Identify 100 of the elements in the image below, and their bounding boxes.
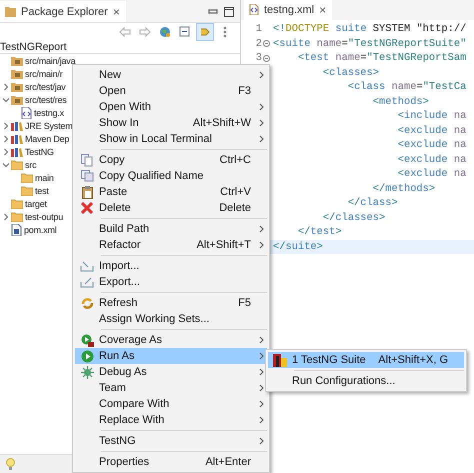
menu-item[interactable]: New	[75, 67, 267, 83]
library-icon	[11, 120, 23, 130]
menu-item[interactable]: Show In Alt+Shift+W	[75, 115, 267, 131]
code-line: <exclude na	[396, 168, 466, 180]
menu-item[interactable]: 1 TestNG Suite Alt+Shift+X, G	[268, 352, 464, 368]
close-icon[interactable]: ×	[319, 2, 326, 16]
code-line: <test name="TestNGReportSam	[296, 52, 466, 64]
import-icon	[80, 260, 94, 272]
folder-icon	[21, 172, 33, 182]
folder-icon	[11, 212, 23, 222]
code-line: </suite>	[272, 240, 323, 253]
code-line: <suite name="TestNGReportSuite"	[272, 38, 466, 50]
menu-item[interactable]: Properties Alt+Enter	[75, 454, 267, 470]
tree-item[interactable]: test	[35, 186, 49, 196]
tree-item[interactable]: JRE System	[25, 120, 73, 130]
tree-item[interactable]: src/main/r	[25, 68, 63, 78]
coverage-icon	[80, 334, 94, 346]
globe-icon	[159, 26, 171, 38]
menu-item[interactable]: Build Path	[75, 221, 267, 237]
toolbar-button[interactable]	[196, 23, 214, 41]
refresh-icon	[80, 296, 94, 310]
link-icon	[198, 26, 212, 38]
line-number: 1	[256, 23, 262, 36]
project-name: TestNGReport	[0, 41, 240, 54]
code-line: </classes>	[322, 212, 386, 224]
tree-item[interactable]: Maven Dep	[25, 134, 70, 144]
collapse-all-icon	[179, 26, 191, 38]
tree-item[interactable]: pom.xml	[24, 224, 57, 234]
tree-item[interactable]: src/test/res	[25, 94, 67, 104]
menu-item[interactable]: Open With	[75, 99, 267, 115]
maven-file-icon	[11, 224, 22, 236]
menu-item[interactable]: Compare With	[75, 396, 267, 412]
code-line: <!DOCTYPE suite SYSTEM "http://	[272, 23, 466, 36]
menu-item[interactable]: Refactor Alt+Shift+T	[75, 237, 267, 253]
menu-item[interactable]: Run Configurations...	[268, 373, 464, 389]
code-line: <classes>	[322, 66, 380, 79]
fold-icon	[263, 54, 270, 62]
library-icon	[11, 146, 23, 156]
editor-tab[interactable]: testng.xml ×	[244, 0, 332, 20]
package-folder-icon	[11, 82, 23, 92]
tree-item[interactable]: TestNG	[25, 146, 54, 156]
package-folder-icon	[11, 68, 23, 78]
tree-item[interactable]: test-outpu	[25, 212, 64, 222]
menu-item[interactable]: Copy Qualified Name	[75, 168, 267, 184]
code-line: </test>	[296, 226, 342, 238]
bug-icon	[80, 366, 94, 378]
menu-item[interactable]: Copy Ctrl+C	[75, 152, 267, 168]
lightbulb-icon	[6, 458, 15, 470]
menu-item[interactable]: Paste Ctrl+V	[75, 184, 267, 200]
chevron-down-icon	[2, 160, 10, 168]
line-number: 3	[256, 52, 262, 64]
menu-item[interactable]: Run As	[75, 348, 267, 364]
menu-item[interactable]: Team	[75, 380, 267, 396]
chevron-right-icon	[2, 212, 10, 220]
copy-icon	[81, 154, 93, 166]
chevron-down-icon	[2, 96, 10, 104]
tree-item[interactable]: src	[25, 160, 36, 170]
menu-item[interactable]: Refresh F5	[75, 295, 267, 311]
xml-file-icon	[249, 4, 259, 15]
xml-file-icon	[21, 106, 32, 118]
copy-icon	[80, 170, 94, 182]
more-icon	[223, 26, 227, 38]
tree-item[interactable]: src/main/java	[25, 56, 76, 66]
tree-item[interactable]: testng.x	[34, 108, 64, 118]
chevron-right-icon	[2, 82, 10, 90]
menu-item[interactable]: Debug As	[75, 364, 267, 380]
clipboard-icon	[82, 186, 92, 198]
maximize-icon[interactable]	[224, 7, 234, 17]
code-line: <exclude na	[396, 124, 466, 137]
back-arrow-icon	[119, 27, 131, 37]
menu-item[interactable]: Replace With	[75, 412, 267, 428]
tree-item[interactable]: src/test/jav	[25, 82, 66, 92]
run-icon	[80, 350, 94, 362]
code-line: </class>	[346, 197, 398, 210]
menu-item[interactable]: Show in Local Terminal	[75, 131, 267, 147]
code-line: <class name="TestCa	[346, 81, 466, 94]
menu-item[interactable]: Delete Delete	[75, 200, 267, 216]
forward-arrow-icon	[139, 27, 151, 37]
library-icon	[11, 134, 23, 144]
delete-icon	[81, 202, 93, 214]
code-line: <exclude na	[396, 139, 466, 152]
tree-item[interactable]: target	[25, 198, 47, 208]
menu-item[interactable]: Open F3	[75, 83, 267, 99]
package-folder-icon	[11, 94, 23, 104]
menu-item[interactable]: TestNG	[75, 433, 267, 449]
close-icon[interactable]: ×	[112, 4, 120, 18]
tree-item[interactable]: main	[35, 172, 54, 182]
menu-item[interactable]: Assign Working Sets...	[75, 311, 267, 327]
folder-icon	[11, 198, 23, 208]
menu-item[interactable]: Export...	[75, 274, 267, 290]
menu-item[interactable]: Coverage As	[75, 332, 267, 348]
code-line: <exclude na	[396, 154, 466, 166]
export-icon	[80, 276, 94, 288]
testng-icon	[273, 354, 287, 366]
folder-icon	[21, 186, 33, 196]
code-line: </methods>	[372, 182, 436, 195]
menu-item[interactable]: Import...	[75, 258, 267, 274]
code-line: <methods>	[372, 96, 429, 108]
package-folder-icon	[11, 56, 23, 66]
package-explorer-tab[interactable]: Package Explorer ×	[0, 1, 126, 22]
